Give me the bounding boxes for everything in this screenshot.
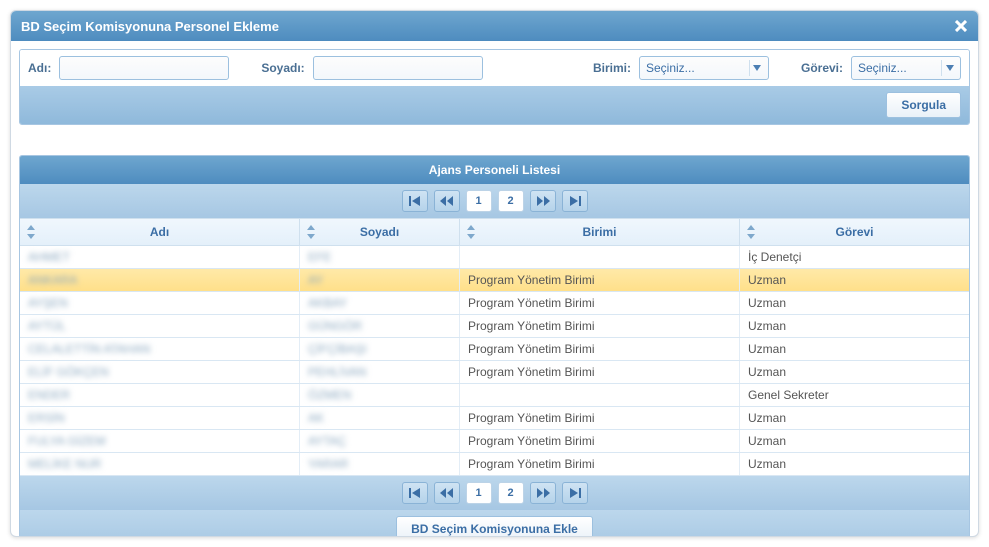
adi-label: Adı: — [28, 61, 51, 75]
cell-adi: CELALETTİN ATAHAN — [20, 338, 300, 360]
cell-adi: ERSİN — [20, 407, 300, 429]
table-row[interactable]: ERSİNAKProgram Yönetim BirimiUzman — [20, 407, 969, 430]
cell-soyadi: AKBAY — [300, 292, 460, 314]
dialog: BD Seçim Komisyonuna Personel Ekleme Adı… — [10, 10, 979, 537]
cell-gorevi: Uzman — [740, 430, 969, 452]
pager-page-1[interactable]: 1 — [466, 482, 492, 504]
pager-prev-icon[interactable] — [434, 482, 460, 504]
pager-prev-icon[interactable] — [434, 190, 460, 212]
soyadi-input[interactable] — [313, 56, 483, 80]
table-row[interactable]: AYTÜLGÜNGÖRProgram Yönetim BirimiUzman — [20, 315, 969, 338]
cell-gorevi: Uzman — [740, 361, 969, 383]
pager-first-icon[interactable] — [402, 482, 428, 504]
pager-page-2[interactable]: 2 — [498, 190, 524, 212]
birimi-label: Birimi: — [593, 61, 631, 75]
cell-adi: MELİKE NUR — [20, 453, 300, 475]
pager-last-icon[interactable] — [562, 482, 588, 504]
cell-birimi — [460, 384, 740, 406]
pager-page-1[interactable]: 1 — [466, 190, 492, 212]
cell-birimi — [460, 246, 740, 268]
table-row[interactable]: ELİF GÖKÇENPEHLİVANProgram Yönetim Birim… — [20, 361, 969, 384]
table: Ajans Personeli Listesi 1 2 Adı — [19, 155, 970, 537]
cell-adi: ELİF GÖKÇEN — [20, 361, 300, 383]
cell-gorevi: Uzman — [740, 269, 969, 291]
sort-icon — [26, 225, 36, 239]
pager-first-icon[interactable] — [402, 190, 428, 212]
title-bar: BD Seçim Komisyonuna Personel Ekleme — [11, 11, 978, 41]
cell-gorevi: Uzman — [740, 292, 969, 314]
table-row[interactable]: ANKARAAYProgram Yönetim BirimiUzman — [20, 269, 969, 292]
pager-top: 1 2 — [20, 184, 969, 218]
table-row[interactable]: FULYA GİZEMAYTAÇProgram Yönetim BirimiUz… — [20, 430, 969, 453]
cell-adi: ANKARA — [20, 269, 300, 291]
cell-birimi: Program Yönetim Birimi — [460, 430, 740, 452]
sorgula-button[interactable]: Sorgula — [886, 92, 961, 118]
cell-gorevi: Uzman — [740, 407, 969, 429]
sort-icon — [466, 225, 476, 239]
cell-soyadi: ÖZMEN — [300, 384, 460, 406]
cell-soyadi: AYTAÇ — [300, 430, 460, 452]
cell-soyadi: GÜNGÖR — [300, 315, 460, 337]
th-soyadi[interactable]: Soyadı — [300, 219, 460, 245]
th-adi[interactable]: Adı — [20, 219, 300, 245]
cell-adi: ENDER — [20, 384, 300, 406]
cell-adi: AYTÜL — [20, 315, 300, 337]
filter-bar: Adı: Soyadı: Birimi: Seçiniz... Görevi: … — [19, 49, 970, 125]
chevron-down-icon — [749, 60, 765, 76]
cell-gorevi: Uzman — [740, 338, 969, 360]
pager-next-icon[interactable] — [530, 482, 556, 504]
add-to-commission-button[interactable]: BD Seçim Komisyonuna Ekle — [396, 516, 593, 537]
table-row[interactable]: AYŞENAKBAYProgram Yönetim BirimiUzman — [20, 292, 969, 315]
cell-gorevi: Genel Sekreter — [740, 384, 969, 406]
table-title: Ajans Personeli Listesi — [20, 156, 969, 184]
sort-icon — [746, 225, 756, 239]
cell-soyadi: YARAR — [300, 453, 460, 475]
cell-birimi: Program Yönetim Birimi — [460, 361, 740, 383]
cell-soyadi: AK — [300, 407, 460, 429]
cell-soyadi: PEHLİVAN — [300, 361, 460, 383]
th-birimi[interactable]: Birimi — [460, 219, 740, 245]
cell-soyadi: ÇİFÇİBAŞI — [300, 338, 460, 360]
gorevi-label: Görevi: — [801, 61, 843, 75]
cell-birimi: Program Yönetim Birimi — [460, 407, 740, 429]
birimi-select[interactable]: Seçiniz... — [639, 56, 769, 80]
dialog-title: BD Seçim Komisyonuna Personel Ekleme — [21, 19, 279, 34]
table-row[interactable]: AHMETEFE İç Denetçi — [20, 246, 969, 269]
close-icon[interactable] — [952, 17, 970, 35]
table-row[interactable]: MELİKE NURYARARProgram Yönetim BirimiUzm… — [20, 453, 969, 476]
cell-adi: FULYA GİZEM — [20, 430, 300, 452]
table-row[interactable]: ENDERÖZMEN Genel Sekreter — [20, 384, 969, 407]
soyadi-label: Soyadı: — [261, 61, 304, 75]
cell-birimi: Program Yönetim Birimi — [460, 315, 740, 337]
birimi-value: Seçiniz... — [646, 61, 695, 75]
cell-soyadi: AY — [300, 269, 460, 291]
sort-icon — [306, 225, 316, 239]
cell-adi: AYŞEN — [20, 292, 300, 314]
pager-page-2[interactable]: 2 — [498, 482, 524, 504]
th-gorevi[interactable]: Görevi — [740, 219, 969, 245]
cell-adi: AHMET — [20, 246, 300, 268]
cell-birimi: Program Yönetim Birimi — [460, 338, 740, 360]
gorevi-select[interactable]: Seçiniz... — [851, 56, 961, 80]
cell-gorevi: Uzman — [740, 315, 969, 337]
cell-birimi: Program Yönetim Birimi — [460, 453, 740, 475]
adi-input[interactable] — [59, 56, 229, 80]
pager-last-icon[interactable] — [562, 190, 588, 212]
chevron-down-icon — [941, 60, 957, 76]
cell-birimi: Program Yönetim Birimi — [460, 269, 740, 291]
cell-soyadi: EFE — [300, 246, 460, 268]
table-body: AHMETEFEİç DenetçiANKARAAYProgram Yöneti… — [20, 246, 969, 476]
pager-bottom: 1 2 — [20, 476, 969, 510]
cell-gorevi: Uzman — [740, 453, 969, 475]
cell-birimi: Program Yönetim Birimi — [460, 292, 740, 314]
table-header: Adı Soyadı Birimi Görevi — [20, 218, 969, 246]
pager-next-icon[interactable] — [530, 190, 556, 212]
cell-gorevi: İç Denetçi — [740, 246, 969, 268]
gorevi-value: Seçiniz... — [858, 61, 907, 75]
table-row[interactable]: CELALETTİN ATAHANÇİFÇİBAŞIProgram Yöneti… — [20, 338, 969, 361]
